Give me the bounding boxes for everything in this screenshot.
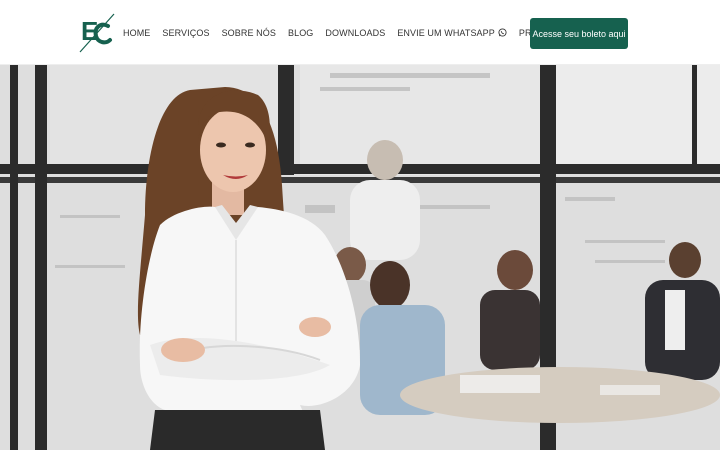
nav-sobre-nos-label: SOBRE NÓS (221, 27, 276, 38)
nav-blog[interactable]: BLOG (288, 28, 313, 38)
hero-banner (0, 65, 720, 450)
nav-whatsapp-label: ENVIE UM WHATSAPP (397, 27, 495, 38)
nav-whatsapp[interactable]: ENVIE UM WHATSAPP (397, 28, 507, 38)
nav-servicos-label: SERVIÇOS (162, 27, 210, 38)
boleto-button[interactable]: Acesse seu boleto aqui (530, 18, 628, 49)
site-header: E HOME SERVIÇOS SOBRE NÓS BLOG DOWNLOADS… (0, 0, 720, 65)
nav-blog-label: BLOG (287, 27, 314, 38)
whatsapp-icon (498, 28, 507, 37)
nav-home-label: HOME (123, 27, 151, 38)
brand-logo[interactable]: E (78, 12, 116, 54)
nav-sobre-nos[interactable]: SOBRE NÓS (222, 28, 276, 38)
nav-downloads[interactable]: DOWNLOADS (325, 28, 385, 38)
nav-downloads-label: DOWNLOADS (325, 27, 386, 38)
hero-image (0, 65, 720, 450)
nav-servicos[interactable]: SERVIÇOS (162, 28, 209, 38)
nav-home[interactable]: HOME (123, 28, 150, 38)
main-nav: HOME SERVIÇOS SOBRE NÓS BLOG DOWNLOADS E… (123, 0, 569, 65)
